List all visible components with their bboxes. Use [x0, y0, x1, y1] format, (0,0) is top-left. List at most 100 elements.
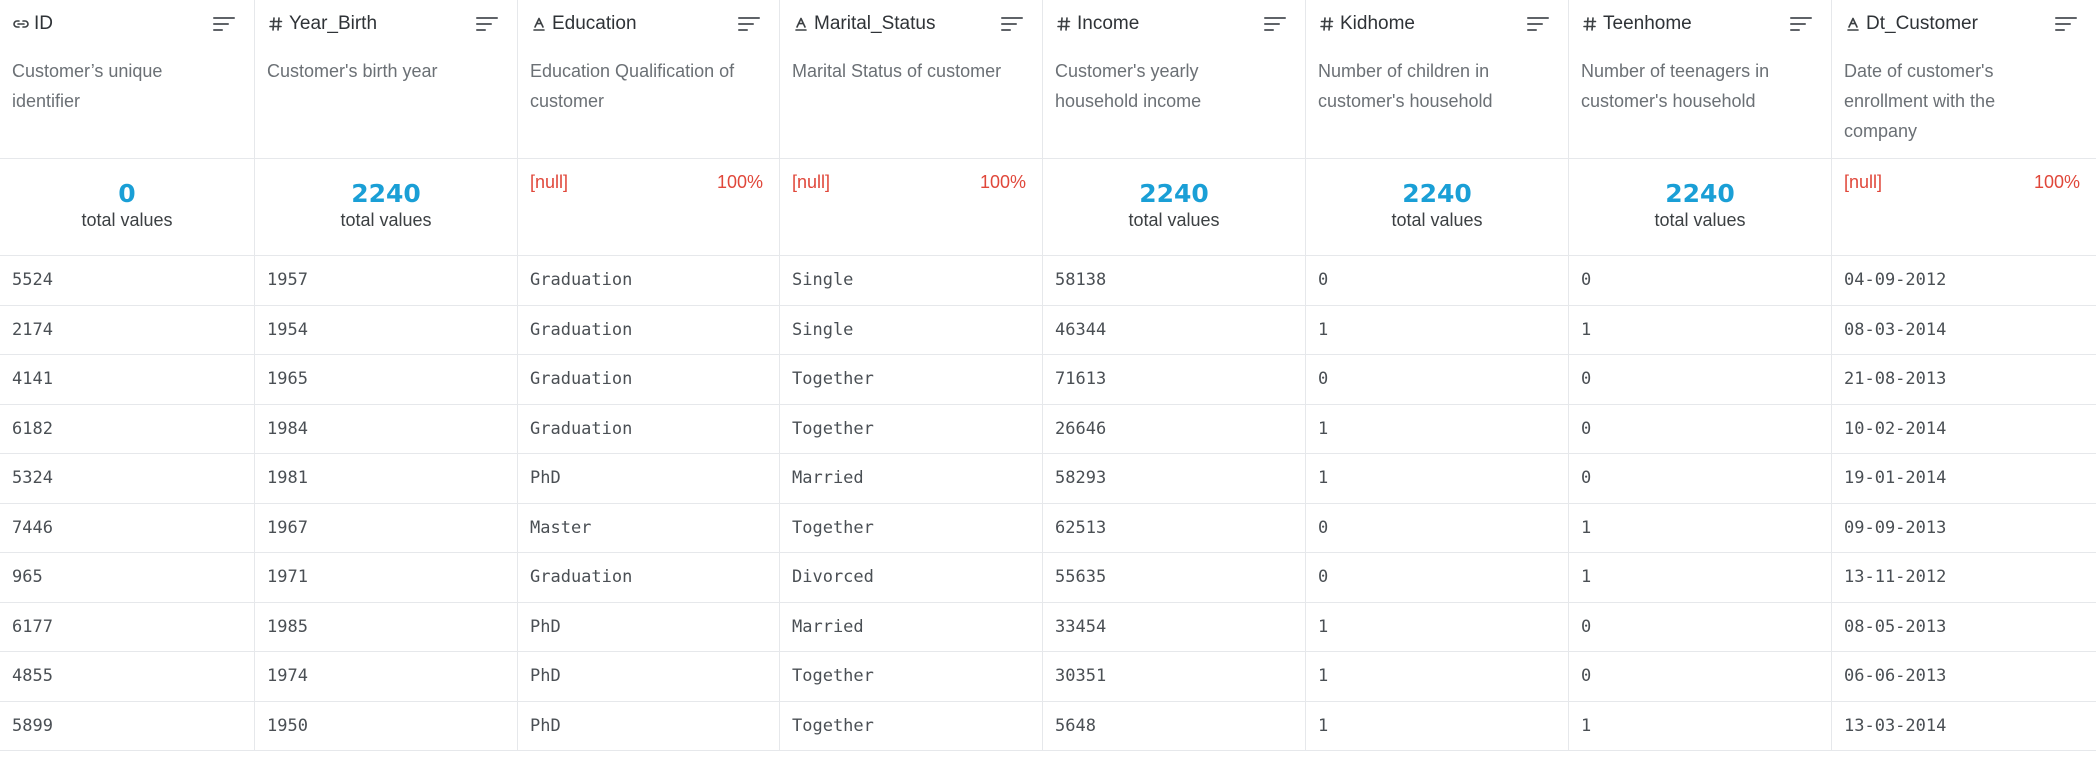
- table-cell[interactable]: 1974: [255, 652, 518, 702]
- table-cell[interactable]: 62513: [1043, 503, 1306, 553]
- column-header-education[interactable]: Education Education Qualification of cust…: [518, 0, 780, 159]
- table-cell[interactable]: 19-01-2014: [1832, 454, 2096, 504]
- table-cell[interactable]: 0: [1569, 256, 1832, 306]
- table-cell[interactable]: 0: [1306, 553, 1569, 603]
- table-cell[interactable]: 21-08-2013: [1832, 355, 2096, 405]
- table-cell[interactable]: 5524: [0, 256, 255, 306]
- null-summary: [null] 100%: [1844, 172, 2084, 193]
- table-cell[interactable]: 0: [1306, 355, 1569, 405]
- table-cell[interactable]: 1: [1306, 305, 1569, 355]
- table-cell[interactable]: 4141: [0, 355, 255, 405]
- table-cell[interactable]: 5648: [1043, 701, 1306, 751]
- table-cell[interactable]: Graduation: [518, 256, 780, 306]
- table-cell[interactable]: 1: [1569, 553, 1832, 603]
- table-cell[interactable]: 13-11-2012: [1832, 553, 2096, 603]
- sort-icon[interactable]: [1789, 14, 1813, 34]
- table-cell[interactable]: 5899: [0, 701, 255, 751]
- table-cell[interactable]: 0: [1569, 454, 1832, 504]
- hash-icon: [1318, 15, 1336, 33]
- table-cell[interactable]: 1: [1569, 305, 1832, 355]
- table-cell[interactable]: 0: [1569, 652, 1832, 702]
- table-cell[interactable]: Together: [780, 701, 1043, 751]
- table-cell[interactable]: 2174: [0, 305, 255, 355]
- table-cell[interactable]: 46344: [1043, 305, 1306, 355]
- table-cell[interactable]: 1: [1306, 404, 1569, 454]
- table-cell[interactable]: 26646: [1043, 404, 1306, 454]
- table-cell[interactable]: 1965: [255, 355, 518, 405]
- table-cell[interactable]: 1: [1306, 602, 1569, 652]
- table-cell[interactable]: PhD: [518, 602, 780, 652]
- table-cell[interactable]: 06-06-2013: [1832, 652, 2096, 702]
- table-cell[interactable]: 58293: [1043, 454, 1306, 504]
- table-cell[interactable]: Divorced: [780, 553, 1043, 603]
- table-cell[interactable]: 30351: [1043, 652, 1306, 702]
- stat-label: total values: [340, 210, 432, 230]
- table-cell[interactable]: 5324: [0, 454, 255, 504]
- table-cell[interactable]: Graduation: [518, 305, 780, 355]
- table-cell[interactable]: 1: [1306, 454, 1569, 504]
- table-cell[interactable]: 0: [1569, 355, 1832, 405]
- table-cell[interactable]: 1971: [255, 553, 518, 603]
- sort-icon[interactable]: [1263, 14, 1287, 34]
- column-header-year_birth[interactable]: Year_Birth Customer's birth year: [255, 0, 518, 159]
- column-header-teenhome[interactable]: Teenhome Number of teenagers in customer'…: [1569, 0, 1832, 159]
- table-cell[interactable]: 1954: [255, 305, 518, 355]
- table-cell[interactable]: Graduation: [518, 404, 780, 454]
- table-cell[interactable]: 08-05-2013: [1832, 603, 2096, 652]
- table-cell[interactable]: 08-03-2014: [1832, 306, 2096, 355]
- table-cell[interactable]: Master: [518, 503, 780, 553]
- table-cell[interactable]: PhD: [518, 454, 780, 504]
- table-cell[interactable]: 1985: [255, 602, 518, 652]
- table-cell[interactable]: 4855: [0, 652, 255, 702]
- table-cell[interactable]: 09-09-2013: [1832, 504, 2096, 553]
- table-cell[interactable]: 6177: [0, 602, 255, 652]
- table-cell[interactable]: 1967: [255, 503, 518, 553]
- table-cell[interactable]: 58138: [1043, 256, 1306, 306]
- table-cell[interactable]: 0: [1569, 602, 1832, 652]
- table-cell[interactable]: 1984: [255, 404, 518, 454]
- table-cell[interactable]: Together: [780, 652, 1043, 702]
- sort-icon[interactable]: [212, 14, 236, 34]
- table-cell[interactable]: Married: [780, 602, 1043, 652]
- table-cell[interactable]: Together: [780, 503, 1043, 553]
- table-cell[interactable]: 1: [1569, 503, 1832, 553]
- table-cell[interactable]: Graduation: [518, 355, 780, 405]
- column-header-dt_customer[interactable]: Dt_Customer Date of customer's enrollment…: [1832, 0, 2096, 159]
- column-header-marital_status[interactable]: Marital_Status Marital Status of customer: [780, 0, 1043, 159]
- table-cell[interactable]: Single: [780, 305, 1043, 355]
- column-header-income[interactable]: Income Customer's yearly household income: [1043, 0, 1306, 159]
- table-cell[interactable]: 6182: [0, 404, 255, 454]
- table-cell[interactable]: 0: [1306, 503, 1569, 553]
- table-cell[interactable]: PhD: [518, 652, 780, 702]
- table-cell[interactable]: 1: [1306, 652, 1569, 702]
- table-cell[interactable]: 1: [1569, 701, 1832, 751]
- column-header-kidhome[interactable]: Kidhome Number of children in customer's …: [1306, 0, 1569, 159]
- table-cell[interactable]: 33454: [1043, 602, 1306, 652]
- table-cell[interactable]: Graduation: [518, 553, 780, 603]
- table-cell[interactable]: Together: [780, 404, 1043, 454]
- column-header-id[interactable]: ID Customer’s unique identifier: [0, 0, 255, 159]
- sort-icon[interactable]: [475, 14, 499, 34]
- table-cell[interactable]: 55635: [1043, 553, 1306, 603]
- table-cell[interactable]: 965: [0, 553, 255, 603]
- table-cell[interactable]: 1981: [255, 454, 518, 504]
- table-cell[interactable]: 71613: [1043, 355, 1306, 405]
- table-cell[interactable]: Together: [780, 355, 1043, 405]
- sort-icon[interactable]: [1526, 14, 1550, 34]
- table-cell[interactable]: Married: [780, 454, 1043, 504]
- table-cell[interactable]: 1957: [255, 256, 518, 306]
- table-cell[interactable]: PhD: [518, 701, 780, 751]
- table-cell[interactable]: 13-03-2014: [1832, 702, 2096, 751]
- table-cell[interactable]: 7446: [0, 503, 255, 553]
- sort-icon[interactable]: [2054, 14, 2078, 34]
- column-description: Customer’s unique identifier: [12, 61, 163, 111]
- sort-icon[interactable]: [1000, 14, 1024, 34]
- table-cell[interactable]: 0: [1306, 256, 1569, 306]
- table-cell[interactable]: 0: [1569, 404, 1832, 454]
- sort-icon[interactable]: [737, 14, 761, 34]
- table-cell[interactable]: 10-02-2014: [1832, 405, 2096, 454]
- table-cell[interactable]: Single: [780, 256, 1043, 306]
- table-cell[interactable]: 04-09-2012: [1832, 256, 2096, 306]
- table-cell[interactable]: 1: [1306, 701, 1569, 751]
- table-cell[interactable]: 1950: [255, 701, 518, 751]
